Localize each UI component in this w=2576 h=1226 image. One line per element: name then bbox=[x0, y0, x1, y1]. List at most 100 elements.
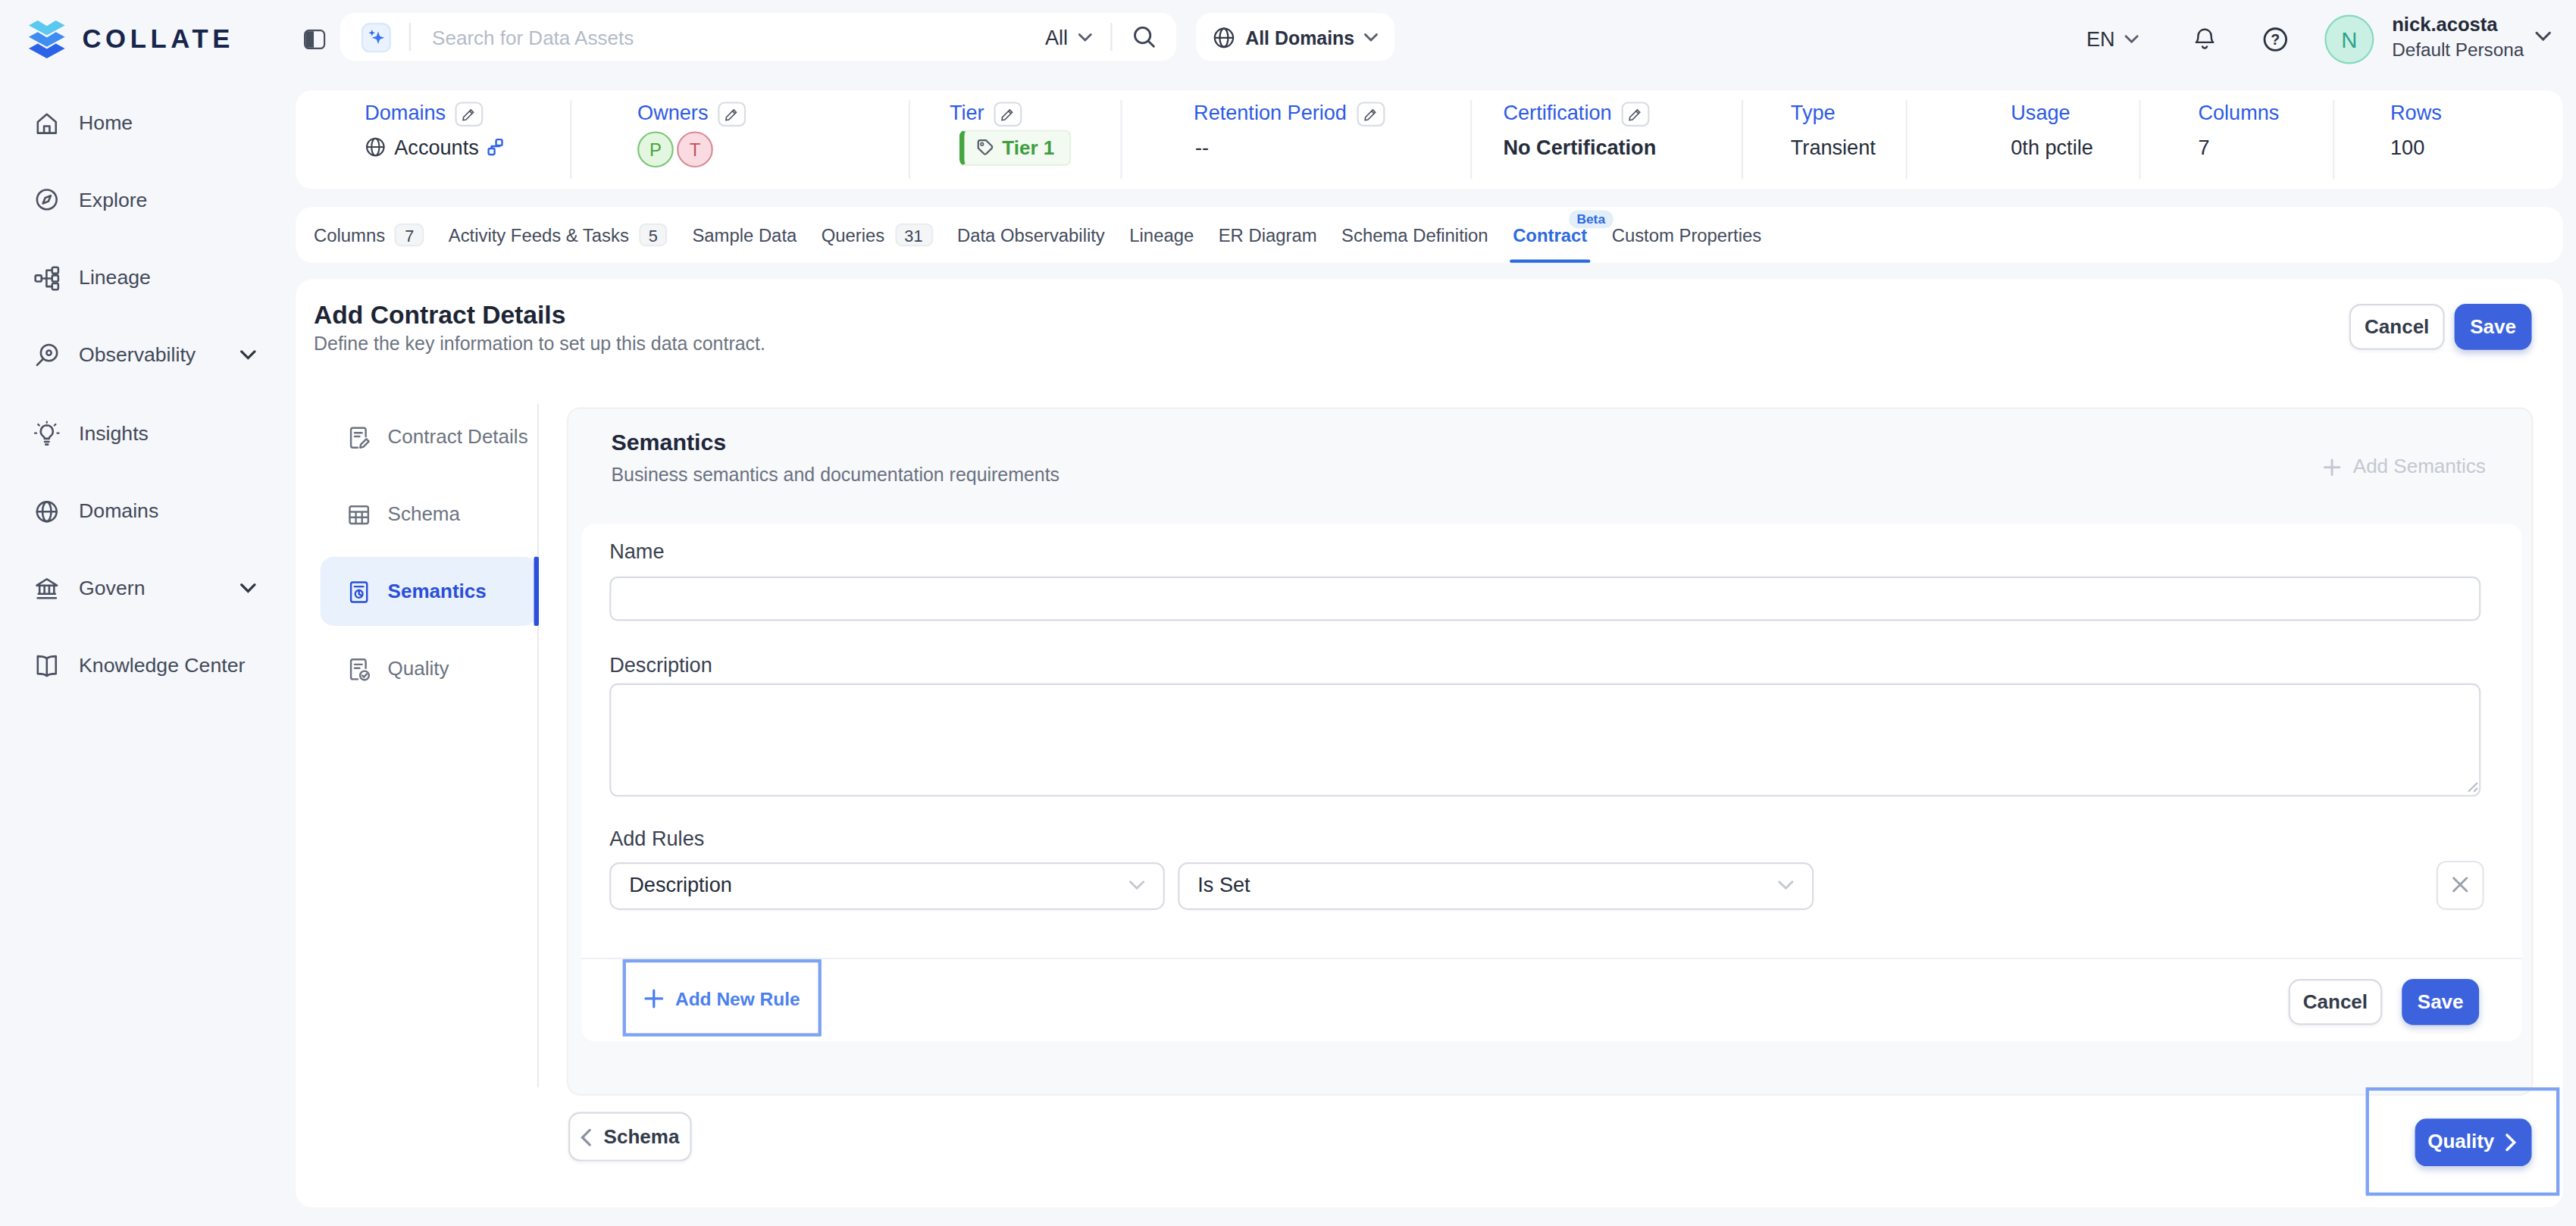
step-quality[interactable]: Quality bbox=[321, 634, 537, 703]
add-new-rule-button[interactable]: Add New Rule bbox=[644, 988, 800, 1008]
owner-avatar[interactable]: T bbox=[677, 130, 713, 167]
certification-value: No Certification bbox=[1503, 136, 1656, 158]
owner-avatar[interactable]: P bbox=[637, 130, 674, 167]
sidebar-item-explore[interactable]: Explore bbox=[0, 165, 296, 234]
chevron-down-icon bbox=[1078, 32, 1093, 42]
app: COLLATE All All Domains EN ? bbox=[0, 0, 2576, 1226]
collate-logo-icon bbox=[25, 18, 70, 61]
divider bbox=[1110, 23, 1112, 51]
step-schema[interactable]: Schema bbox=[321, 480, 537, 549]
rule-save-button[interactable]: Save bbox=[2402, 978, 2479, 1024]
tab-contract[interactable]: ContractBeta bbox=[1513, 207, 1587, 263]
contract-details-icon bbox=[346, 424, 371, 449]
add-semantics-button[interactable]: Add Semantics bbox=[2324, 455, 2486, 477]
tab-data-observability[interactable]: Data Observability bbox=[957, 207, 1105, 263]
asset-tabs: Columns7 Activity Feeds & Tasks5 Sample … bbox=[296, 207, 2562, 263]
save-button[interactable]: Save bbox=[2455, 304, 2532, 350]
semantics-icon bbox=[346, 579, 371, 604]
description-label: Description bbox=[609, 654, 712, 677]
back-schema-button[interactable]: Schema bbox=[568, 1112, 692, 1162]
cancel-button[interactable]: Cancel bbox=[2349, 304, 2445, 350]
remove-rule-button[interactable] bbox=[2437, 860, 2484, 909]
plus-icon bbox=[644, 988, 664, 1008]
step-semantics[interactable]: Semantics bbox=[321, 557, 537, 626]
page-title: Add Contract Details bbox=[314, 300, 565, 330]
tab-er-diagram[interactable]: ER Diagram bbox=[1219, 207, 1317, 263]
globe-icon bbox=[365, 136, 386, 158]
page-subtitle: Define the key information to set up thi… bbox=[314, 333, 765, 353]
quality-focus-ring: Quality bbox=[2366, 1087, 2560, 1196]
retention-label: Retention Period bbox=[1194, 101, 1385, 126]
chevron-down-icon bbox=[1777, 880, 1794, 890]
language-select[interactable]: EN bbox=[2086, 0, 2139, 79]
lineage-icon bbox=[33, 264, 61, 292]
rule-field-select[interactable]: Description bbox=[609, 862, 1165, 909]
sidebar-item-domains[interactable]: Domains bbox=[0, 477, 296, 546]
sidebar-item-govern[interactable]: Govern bbox=[0, 554, 296, 623]
ai-sparkle-button[interactable] bbox=[362, 22, 391, 52]
sidebar-item-knowledge-center[interactable]: Knowledge Center bbox=[0, 630, 296, 699]
search-input[interactable] bbox=[432, 26, 1045, 48]
step-contract-details[interactable]: Contract Details bbox=[321, 402, 537, 471]
chevron-left-icon bbox=[581, 1127, 592, 1146]
user-name: nick.acosta bbox=[2392, 13, 2524, 38]
search-icon[interactable] bbox=[1132, 25, 1157, 50]
sidebar-item-home[interactable]: Home bbox=[0, 89, 296, 158]
user-menu-chevron-icon[interactable] bbox=[2535, 31, 2552, 42]
domains-icon bbox=[33, 497, 61, 525]
domains-value[interactable]: Accounts bbox=[365, 136, 505, 158]
edit-retention-button[interactable] bbox=[1357, 101, 1385, 126]
tab-activity-feeds[interactable]: Activity Feeds & Tasks5 bbox=[449, 207, 668, 263]
search-scope-select[interactable]: All bbox=[1045, 26, 1093, 48]
plus-icon bbox=[2324, 458, 2342, 476]
owners-value[interactable]: P T bbox=[637, 130, 713, 167]
type-label: Type bbox=[1791, 101, 1836, 124]
sidebar-item-insights[interactable]: Insights bbox=[0, 399, 296, 468]
observability-icon bbox=[33, 341, 61, 369]
tab-columns[interactable]: Columns7 bbox=[314, 207, 424, 263]
tab-schema-definition[interactable]: Schema Definition bbox=[1341, 207, 1488, 263]
divider bbox=[409, 23, 411, 51]
next-quality-button[interactable]: Quality bbox=[2414, 1118, 2531, 1165]
rule-cancel-button[interactable]: Cancel bbox=[2289, 978, 2383, 1024]
sidebar-item-observability[interactable]: Observability bbox=[0, 321, 296, 389]
certification-label: Certification bbox=[1503, 101, 1649, 126]
sidebar-item-lineage[interactable]: Lineage bbox=[0, 243, 296, 312]
tab-queries[interactable]: Queries31 bbox=[822, 207, 933, 263]
help-icon[interactable]: ? bbox=[2262, 27, 2289, 53]
name-input[interactable] bbox=[609, 577, 2481, 621]
chevron-right-icon bbox=[2506, 1133, 2518, 1151]
domain-filter-select[interactable]: All Domains bbox=[1196, 13, 1395, 61]
add-rules-label: Add Rules bbox=[609, 828, 704, 851]
tab-sample-data[interactable]: Sample Data bbox=[692, 207, 797, 263]
user-avatar[interactable]: N bbox=[2324, 15, 2374, 64]
edit-tier-button[interactable] bbox=[994, 101, 1022, 126]
resize-grip-icon[interactable] bbox=[2466, 780, 2479, 793]
chevron-down-icon bbox=[1128, 880, 1145, 890]
globe-icon bbox=[1213, 26, 1235, 48]
close-icon bbox=[2451, 876, 2469, 894]
add-new-rule-focus-ring: Add New Rule bbox=[623, 959, 822, 1037]
notifications-bell-icon[interactable] bbox=[2192, 27, 2218, 55]
schema-icon bbox=[346, 502, 371, 527]
semantics-section: Semantics Business semantics and documen… bbox=[567, 408, 2534, 1095]
edit-domains-button[interactable] bbox=[455, 101, 484, 126]
tier-label: Tier bbox=[950, 101, 1022, 126]
retention-value: -- bbox=[1195, 136, 1209, 158]
description-textarea[interactable] bbox=[609, 683, 2481, 797]
brand[interactable]: COLLATE bbox=[25, 18, 235, 61]
global-search: All bbox=[340, 13, 1176, 61]
edit-owners-button[interactable] bbox=[718, 101, 746, 126]
user-persona: Default Persona bbox=[2392, 38, 2524, 61]
rule-operator-select[interactable]: Is Set bbox=[1178, 862, 1814, 909]
explore-icon bbox=[33, 186, 61, 214]
tab-lineage[interactable]: Lineage bbox=[1129, 207, 1194, 263]
sidebar-toggle-icon[interactable] bbox=[304, 30, 325, 49]
tab-custom-properties[interactable]: Custom Properties bbox=[1612, 207, 1761, 263]
insights-icon bbox=[33, 420, 61, 448]
user-menu[interactable]: nick.acosta Default Persona bbox=[2392, 13, 2524, 61]
knowledge-center-icon bbox=[33, 652, 61, 680]
home-icon bbox=[33, 109, 61, 137]
edit-certification-button[interactable] bbox=[1622, 101, 1650, 126]
tier-badge[interactable]: Tier 1 bbox=[959, 129, 1071, 165]
